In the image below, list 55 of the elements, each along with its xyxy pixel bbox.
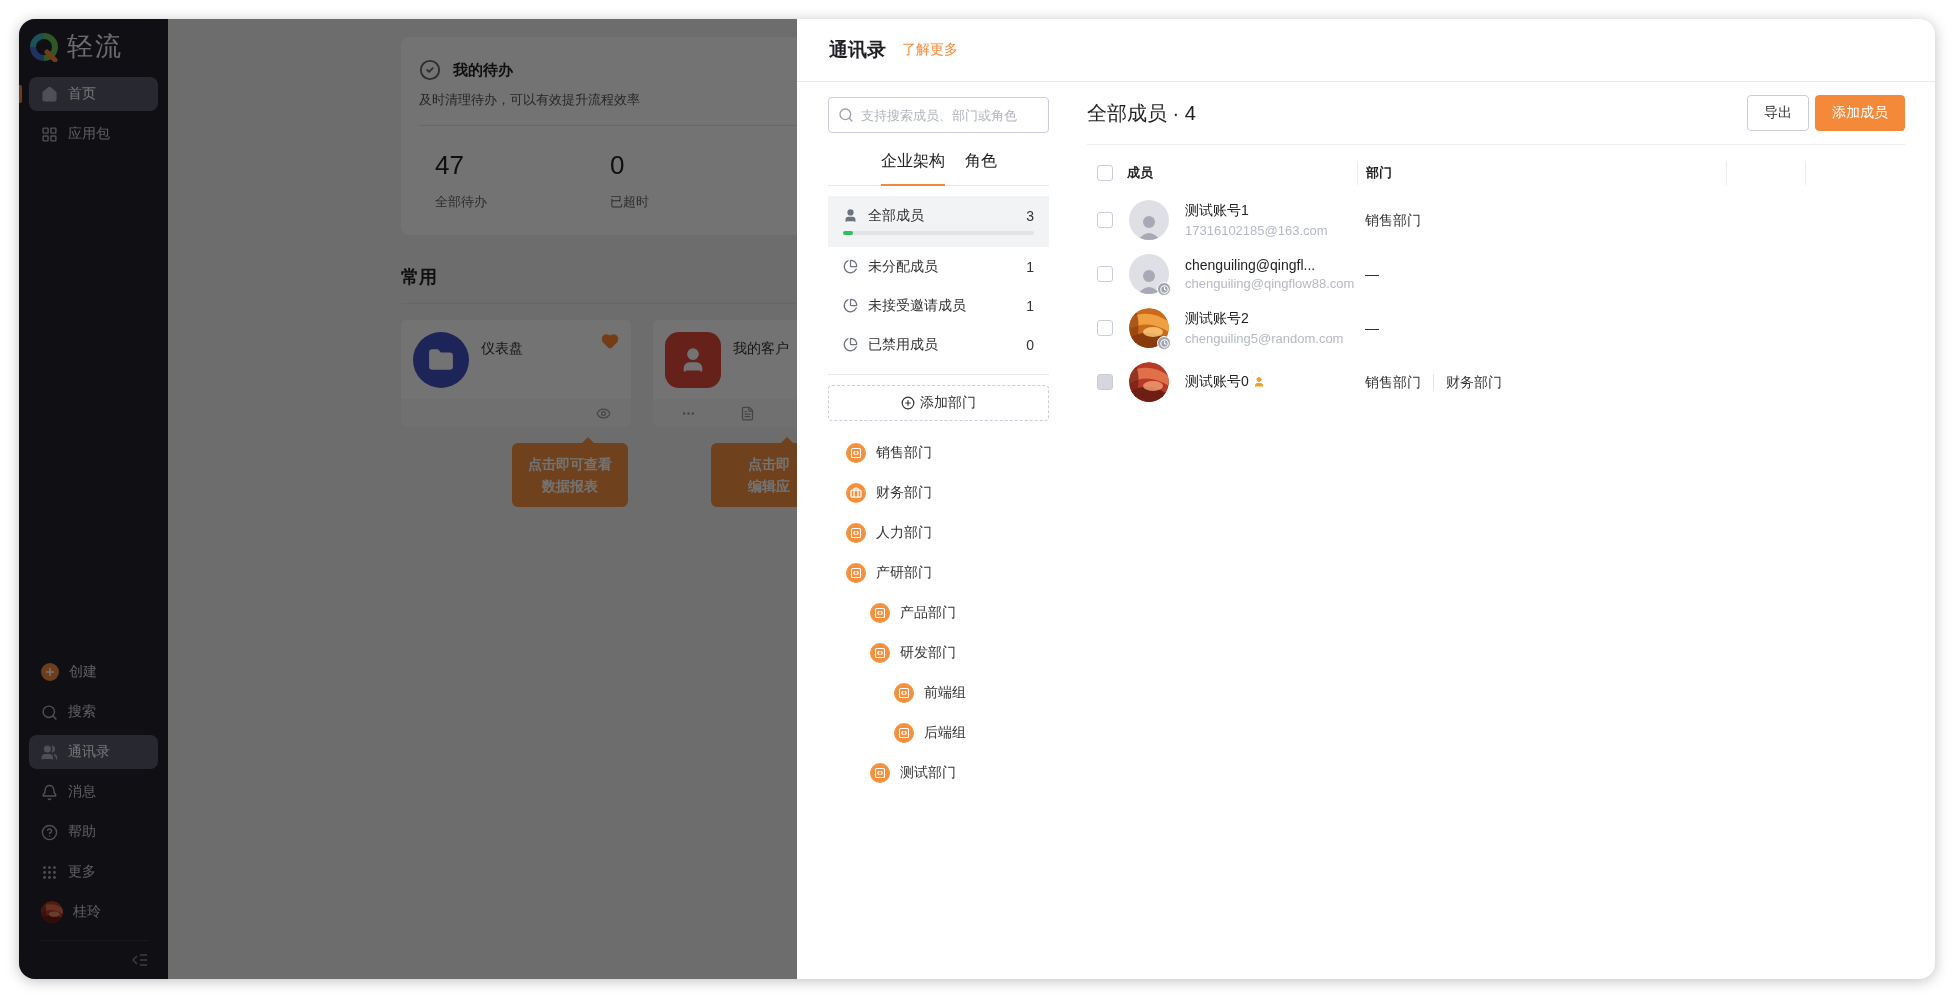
member-row[interactable]: 测试账号2 chenguiling5@random.com —	[1087, 301, 1905, 355]
group-count: 0	[1026, 336, 1034, 353]
member-name: chenguiling@qingfl...	[1185, 257, 1317, 273]
member-group-item[interactable]: 未接受邀请成员 1	[828, 286, 1049, 325]
member-department: 销售部门	[1364, 212, 1422, 228]
department-item[interactable]: 测试部门	[828, 753, 1049, 793]
member-email: 17316102185@163.com	[1185, 223, 1328, 238]
department-item[interactable]: 前端组	[828, 673, 1049, 713]
stat-label: 全部待办	[435, 193, 488, 211]
department-item[interactable]: 销售部门	[828, 433, 1049, 473]
group-count: 1	[1026, 297, 1034, 314]
search-field[interactable]: 支持搜索成员、部门或角色	[828, 97, 1049, 133]
tooltip: 点击即 编辑应	[711, 437, 797, 507]
member-group-item[interactable]: 已禁用成员 0	[828, 325, 1049, 364]
member-group-item[interactable]: 全部成员 3	[828, 196, 1049, 247]
group-count: 1	[1026, 258, 1034, 275]
column-header: 部门	[1357, 161, 1726, 185]
members-title: 全部成员 · 4	[1087, 100, 1197, 126]
department-item[interactable]: 产研部门	[828, 553, 1049, 593]
member-row[interactable]: 测试账号1 17316102185@163.com 销售部门	[1087, 193, 1905, 247]
department-item[interactable]: 财务部门	[828, 473, 1049, 513]
member-group-item[interactable]: 未分配成员 1	[828, 247, 1049, 286]
member-department: —	[1364, 266, 1380, 282]
group-count: 3	[1026, 207, 1034, 224]
column-header: 成员	[1126, 164, 1154, 182]
app-name: 仪表盘	[481, 340, 524, 358]
drawer-title: 通讯录	[829, 38, 886, 62]
department-item[interactable]: 后端组	[828, 713, 1049, 753]
logo-text: 轻流	[67, 30, 123, 63]
member-department: —	[1364, 320, 1380, 336]
group-label: 已禁用成员	[868, 335, 939, 354]
department-item[interactable]: 产品部门	[828, 593, 1049, 633]
member-email: chenguiling@qingflow88.com	[1185, 276, 1355, 291]
member-department: 财务部门	[1433, 374, 1514, 390]
member-name: 测试账号2	[1185, 310, 1250, 328]
department-item[interactable]: 研发部门	[828, 633, 1049, 673]
app-name: 我的客户	[733, 340, 790, 358]
member-department: 销售部门	[1364, 374, 1422, 390]
tooltip: 点击即可查看 数据报表	[512, 437, 628, 507]
group-label: 未接受邀请成员	[868, 296, 967, 315]
member-email: chenguiling5@random.com	[1185, 331, 1344, 346]
member-name: 测试账号0	[1185, 373, 1265, 391]
add-department-button[interactable]: 添加部门	[828, 385, 1049, 421]
member-row[interactable]: chenguiling@qingfl... chenguiling@qingflow88.com —	[1087, 247, 1905, 301]
group-label: 未分配成员	[868, 257, 939, 276]
tab[interactable]: 企业架构	[880, 143, 945, 186]
tab[interactable]: 角色	[964, 143, 997, 186]
stat-label: 已超时	[610, 193, 650, 211]
todo-title: 我的待办	[453, 60, 513, 80]
group-label: 全部成员	[868, 206, 925, 225]
member-name: 测试账号1	[1185, 202, 1250, 220]
stat-value: 0	[610, 150, 626, 181]
department-item[interactable]: 人力部门	[828, 513, 1049, 553]
stat-value: 47	[435, 150, 465, 181]
export-button[interactable]: 导出	[1747, 95, 1809, 131]
